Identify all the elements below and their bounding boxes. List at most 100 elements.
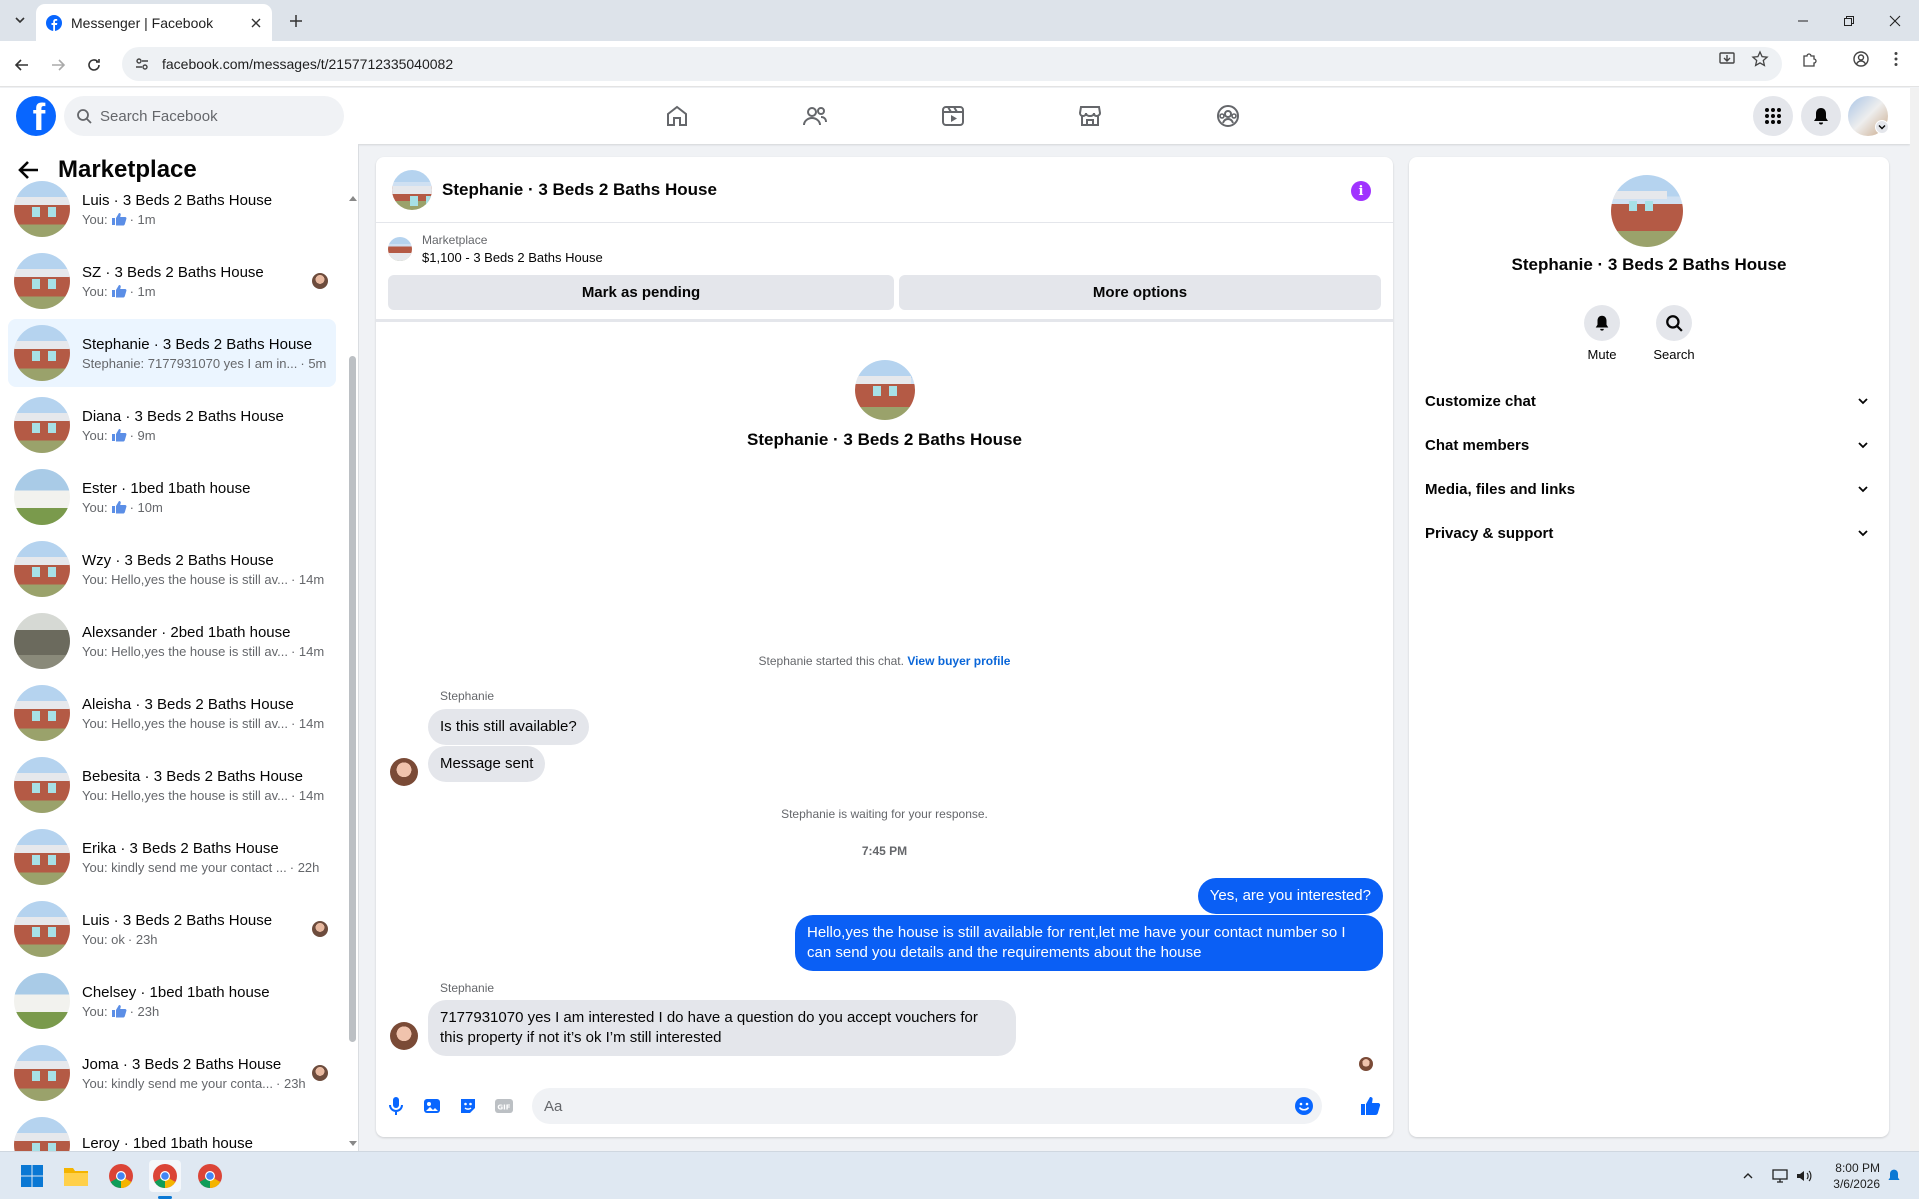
chrome-active-taskbar-button[interactable] xyxy=(149,1160,181,1192)
message-input[interactable]: Aa xyxy=(532,1088,1322,1124)
profile-button[interactable] xyxy=(1849,47,1873,71)
minimize-button[interactable] xyxy=(1780,0,1826,41)
install-app-button[interactable] xyxy=(1715,47,1739,71)
scroll-up-icon[interactable] xyxy=(348,194,358,202)
marketplace-nav-button[interactable] xyxy=(1074,100,1106,132)
details-avatar[interactable] xyxy=(1611,175,1683,247)
incoming-message[interactable]: 7177931070 yes I am interested I do have… xyxy=(428,1000,1016,1056)
chat-avatar[interactable] xyxy=(392,169,432,210)
restore-button[interactable] xyxy=(1826,0,1872,41)
outgoing-message[interactable]: Hello,yes the house is still available f… xyxy=(795,915,1383,971)
scroll-down-icon[interactable] xyxy=(348,1140,358,1148)
conversation-row[interactable]: Bebesita · 3 Beds 2 Baths House You: Hell… xyxy=(8,751,336,819)
menu-button[interactable] xyxy=(1753,96,1793,136)
page-scrollbar[interactable] xyxy=(1910,88,1919,1151)
reload-button[interactable] xyxy=(81,52,107,78)
browser-menu-button[interactable] xyxy=(1884,47,1908,71)
friends-nav-button[interactable] xyxy=(799,100,831,132)
new-tab-button[interactable] xyxy=(284,9,308,33)
conversation-row[interactable]: Joma · 3 Beds 2 Baths House You: kindly s… xyxy=(8,1039,336,1107)
conversation-row[interactable]: Erika · 3 Beds 2 Baths House You: kindly … xyxy=(8,823,336,891)
conversation-text: Ester · 1bed 1bath house You: · 10m xyxy=(82,480,336,515)
listing-banner[interactable]: Marketplace $1,100 - 3 Beds 2 Baths Hous… xyxy=(388,233,603,265)
volume-button[interactable] xyxy=(1794,1166,1814,1186)
media-files-links-section[interactable]: Media, files and links xyxy=(1425,467,1873,511)
conversation-preview-line: You: Hello,yes the house is still av... ·… xyxy=(82,644,336,659)
start-button[interactable] xyxy=(16,1160,48,1192)
conversation-row[interactable]: Alexsander · 2bed 1bath house You: Hello,… xyxy=(8,607,336,675)
marketplace-label: Marketplace xyxy=(422,233,488,247)
search-icon xyxy=(77,109,92,124)
video-nav-button[interactable] xyxy=(937,100,969,132)
chevron-up-icon xyxy=(1743,1173,1753,1179)
facebook-logo[interactable]: f xyxy=(16,96,56,136)
customize-chat-section[interactable]: Customize chat xyxy=(1425,379,1873,423)
conversation-row[interactable]: Aleisha · 3 Beds 2 Baths House You: Hello… xyxy=(8,679,336,747)
conversation-avatar xyxy=(14,325,70,381)
network-button[interactable] xyxy=(1770,1166,1790,1186)
windows-icon xyxy=(21,1165,43,1187)
sticker-button[interactable] xyxy=(456,1094,480,1118)
conversation-row[interactable]: Ester · 1bed 1bath house You: · 10m xyxy=(8,463,336,531)
conversation-preview-line: You: kindly send me your contact ... · 22… xyxy=(82,860,336,875)
attach-media-button[interactable] xyxy=(420,1094,444,1118)
conversation-preview-line: You: · 10m xyxy=(82,500,336,515)
privacy-support-section[interactable]: Privacy & support xyxy=(1425,511,1873,555)
conversation-row[interactable]: Chelsey · 1bed 1bath house You: · 23h xyxy=(8,967,336,1035)
account-dropdown-button[interactable] xyxy=(1875,120,1889,134)
chrome-taskbar-button[interactable] xyxy=(105,1160,137,1192)
close-tab-icon[interactable] xyxy=(250,17,262,29)
site-settings-icon[interactable] xyxy=(134,56,150,72)
send-like-button[interactable] xyxy=(1358,1094,1382,1118)
conversation-text: Joma · 3 Beds 2 Baths House You: kindly s… xyxy=(82,1056,336,1091)
conversation-info-button[interactable]: i xyxy=(1351,181,1371,201)
notification-center-button[interactable] xyxy=(1884,1166,1904,1186)
tab-search-button[interactable] xyxy=(6,8,34,32)
emoji-icon[interactable] xyxy=(1294,1096,1314,1116)
bookmark-button[interactable] xyxy=(1748,47,1772,71)
address-bar[interactable]: facebook.com/messages/t/2157712335040082 xyxy=(122,47,1782,81)
incoming-message[interactable]: Is this still available? xyxy=(428,709,589,745)
incoming-message[interactable]: Message sent xyxy=(428,746,546,782)
view-buyer-profile-link[interactable]: View buyer profile xyxy=(907,654,1010,668)
conversation-list-scrollbar[interactable] xyxy=(349,356,356,1042)
folder-icon xyxy=(64,1168,88,1186)
browser-tab-messenger[interactable]: Messenger | Facebook xyxy=(36,4,272,41)
forward-button[interactable] xyxy=(45,52,71,78)
chat-members-section[interactable]: Chat members xyxy=(1425,423,1873,467)
conversation-text: Diana · 3 Beds 2 Baths House You: · 9m xyxy=(82,408,336,443)
facebook-search-box[interactable]: Search Facebook xyxy=(64,96,344,136)
show-hidden-icons-button[interactable] xyxy=(1738,1166,1758,1186)
search-in-conversation-button[interactable]: Search xyxy=(1644,305,1704,362)
conversation-row[interactable]: Luis · 3 Beds 2 Baths House You: ok · 23h xyxy=(8,895,336,963)
mute-button[interactable]: Mute xyxy=(1572,305,1632,362)
conversation-preview: You: Hello,yes the house is still av... xyxy=(82,715,288,731)
more-options-button[interactable]: More options xyxy=(899,275,1381,310)
mark-as-pending-button[interactable]: Mark as pending xyxy=(388,275,894,310)
close-window-button[interactable] xyxy=(1872,0,1918,41)
system-clock[interactable]: 8:00 PM 3/6/2026 xyxy=(1820,1160,1880,1192)
plus-icon xyxy=(290,15,302,27)
gif-button[interactable]: GIF xyxy=(492,1094,516,1118)
conversation-row[interactable]: Diana · 3 Beds 2 Baths House You: · 9m xyxy=(8,391,336,459)
voice-clip-button[interactable] xyxy=(384,1094,408,1118)
sender-avatar[interactable] xyxy=(390,758,418,786)
notifications-button[interactable] xyxy=(1801,96,1841,136)
chrome-profile-taskbar-button[interactable] xyxy=(194,1160,226,1192)
sender-avatar[interactable] xyxy=(390,1022,418,1050)
file-explorer-button[interactable] xyxy=(60,1160,92,1192)
conversation-row[interactable]: Stephanie · 3 Beds 2 Baths House Stephani… xyxy=(8,319,336,387)
home-nav-button[interactable] xyxy=(661,100,693,132)
extensions-button[interactable] xyxy=(1798,47,1822,71)
chat-title[interactable]: Stephanie · 3 Beds 2 Baths House xyxy=(442,180,717,200)
back-button[interactable] xyxy=(9,52,35,78)
waiting-notice: Stephanie is waiting for your response. xyxy=(781,807,988,821)
conversation-preview-line: You: · 9m xyxy=(82,428,336,443)
conversation-text: Bebesita · 3 Beds 2 Baths House You: Hell… xyxy=(82,768,336,803)
chat-intro: Stephanie · 3 Beds 2 Baths House xyxy=(376,360,1393,450)
gaming-nav-button[interactable] xyxy=(1212,100,1244,132)
conversation-row[interactable]: SZ · 3 Beds 2 Baths House You: · 1m xyxy=(8,247,336,315)
outgoing-message[interactable]: Yes, are you interested? xyxy=(1197,878,1383,914)
conversation-row[interactable]: Luis · 3 Beds 2 Baths House You: · 1m xyxy=(8,175,336,243)
conversation-row[interactable]: Wzy · 3 Beds 2 Baths House You: Hello,yes… xyxy=(8,535,336,603)
